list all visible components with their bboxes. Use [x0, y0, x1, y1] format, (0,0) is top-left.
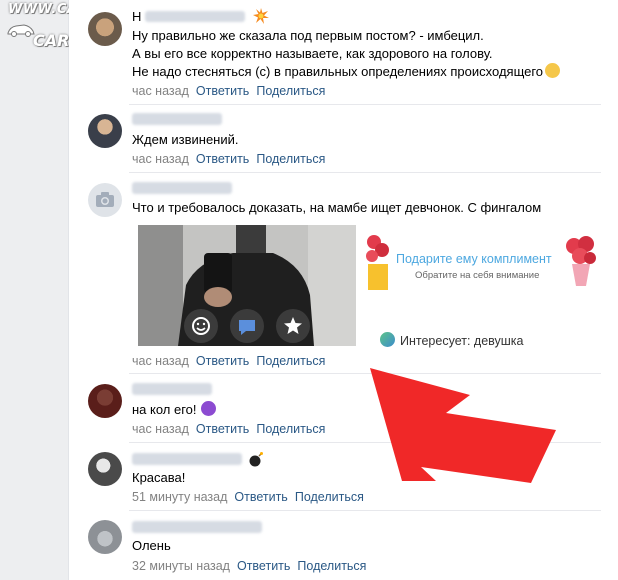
car-logo-icon [7, 24, 35, 37]
author-name[interactable] [132, 453, 242, 465]
mamba-profile-card: Подарите ему комплимент Обратите на себя… [364, 228, 601, 348]
comment-meta: 32 минуты назад Ответить Поделиться [132, 559, 366, 573]
gift-subtitle: Обратите на себя внимание [415, 270, 540, 281]
star-icon [284, 317, 302, 334]
photo-actions [184, 309, 310, 343]
gift-bouquet-right-icon [566, 236, 596, 286]
gift-bouquet-left-icon [366, 235, 389, 290]
comment-text: Что и требовалось доказать, на мамбе ище… [132, 200, 542, 215]
comment-text: Ждем извинений. [132, 132, 239, 147]
avatar[interactable] [88, 520, 122, 554]
camera-icon [96, 192, 114, 207]
reply-link[interactable]: Ответить [234, 490, 287, 504]
comment-text: Н [132, 8, 270, 26]
author-name[interactable] [132, 182, 232, 194]
devil-emoji-icon [200, 401, 216, 416]
interest-label: Интересует: девушка [378, 332, 523, 348]
author-name[interactable] [145, 11, 246, 22]
author-name[interactable] [132, 383, 212, 395]
timestamp[interactable]: час назад [132, 152, 189, 166]
explosion-icon [253, 8, 270, 24]
favorite-button[interactable] [276, 309, 310, 343]
comment-meta: час назад Ответить Поделиться [132, 152, 325, 166]
gift-title[interactable]: Подарите ему комплимент [396, 252, 552, 266]
comment-meta: час назад Ответить Поделиться [132, 354, 325, 368]
share-link[interactable]: Поделиться [256, 152, 325, 166]
share-link[interactable]: Поделиться [297, 559, 366, 573]
author-name[interactable] [132, 113, 222, 125]
comment: Н Ну правильно же сказала под первым пос… [69, 0, 601, 105]
comment-meta: 51 минуту назад Ответить Поделиться [132, 490, 364, 504]
avatar[interactable] [88, 114, 122, 148]
comment-text: Красава! [132, 470, 186, 485]
comment: на кол его! час назад Ответить Поделиться [69, 374, 601, 443]
reply-link[interactable]: Ответить [196, 84, 249, 98]
timestamp[interactable]: 32 минуты назад [132, 559, 230, 573]
share-link[interactable]: Поделиться [256, 422, 325, 436]
reply-link[interactable]: Ответить [196, 152, 249, 166]
comment-meta: час назад Ответить Поделиться [132, 422, 325, 436]
reply-link[interactable]: Ответить [237, 559, 290, 573]
author-initial: Н [132, 9, 142, 24]
reply-link[interactable]: Ответить [196, 422, 249, 436]
chat-bubble-icon [239, 320, 255, 335]
comments-feed: Н Ну правильно же сказала под первым пос… [69, 0, 601, 580]
author-name[interactable] [132, 521, 262, 533]
timestamp[interactable]: час назад [132, 354, 189, 368]
smile-reaction-button[interactable] [184, 309, 218, 343]
globe-icon [380, 332, 395, 347]
comment: Олень 32 минуты назад Ответить Поделиться [69, 511, 601, 580]
comment-line: Не надо стесняться (с) в правильных опре… [132, 63, 561, 81]
avatar[interactable] [88, 12, 122, 46]
comment: Ждем извинений. час назад Ответить Поделит… [69, 105, 601, 173]
bomb-icon [249, 452, 263, 467]
share-link[interactable]: Поделиться [256, 84, 325, 98]
reply-link[interactable]: Ответить [196, 354, 249, 368]
comment-meta: час назад Ответить Поделиться [132, 84, 325, 98]
message-button[interactable] [230, 309, 264, 343]
comment: Красава! 51 минуту назад Ответить Поделить… [69, 443, 601, 511]
share-link[interactable]: Поделиться [256, 354, 325, 368]
left-sidebar [0, 0, 69, 580]
share-link[interactable]: Поделиться [295, 490, 364, 504]
comment-text: на кол его! [132, 401, 216, 419]
attached-photo[interactable] [138, 225, 356, 346]
timestamp[interactable]: 51 минуту назад [132, 490, 227, 504]
comment-line: Ну правильно же сказала под первым посто… [132, 28, 484, 43]
smirk-emoji-icon [545, 63, 561, 78]
avatar[interactable] [88, 452, 122, 486]
timestamp[interactable]: час назад [132, 84, 189, 98]
comment-text: Олень [132, 538, 171, 553]
avatar[interactable] [88, 183, 122, 217]
timestamp[interactable]: час назад [132, 422, 189, 436]
avatar[interactable] [88, 384, 122, 418]
comment-line: А вы его все корректно называете, как зд… [132, 46, 493, 61]
smile-icon [192, 317, 210, 335]
